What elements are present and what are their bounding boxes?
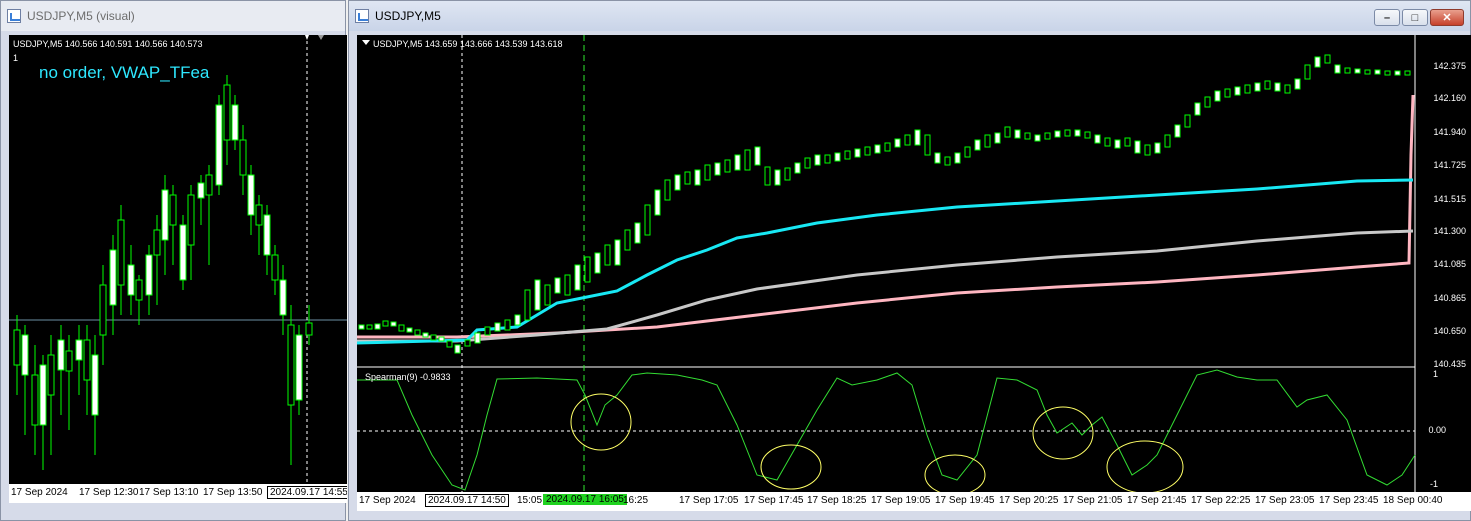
indicator-scale-bottom: -1 (1429, 479, 1438, 489)
left-window-title: USDJPY,M5 (visual) (27, 9, 135, 23)
minimize-icon: – (1383, 11, 1391, 24)
time-label: 17 Sep 20:25 (999, 495, 1059, 506)
time-label: 17 Sep 17:45 (744, 495, 804, 506)
time-label: 17 Sep 13:10 (139, 487, 199, 498)
left-chart-canvas[interactable]: USDJPY,M5 140.566 140.591 140.566 140.57… (9, 35, 347, 503)
time-cursor-label: 2024.09.17 14:55 (267, 486, 347, 499)
time-label: 16:25 (623, 495, 649, 506)
left-time-axis: 17 Sep 2024 17 Sep 12:30 17 Sep 13:10 17… (9, 484, 347, 503)
left-price-chart (9, 35, 347, 503)
time-label: 17 Sep 2024 (11, 487, 68, 498)
chart-app-icon (7, 9, 21, 23)
right-time-axis: 17 Sep 2024 2024.09.17 14:50 15:05 2024.… (357, 492, 1471, 511)
left-window-titlebar[interactable]: USDJPY,M5 (visual) (1, 1, 345, 31)
indicator-scale-top: 1 (1432, 369, 1438, 379)
time-cursor-label: 2024.09.17 14:50 (425, 494, 509, 507)
window-controls: – □ ✕ (1374, 9, 1464, 26)
left-chart-window[interactable]: USDJPY,M5 (visual) USDJPY,M5 140.566 140… (0, 0, 347, 521)
right-chart-window[interactable]: USDJPY,M5 – □ ✕ USDJPY,M5 143.659 143.66… (348, 0, 1471, 521)
time-label: 17 Sep 23:45 (1319, 495, 1379, 506)
right-chart-canvas[interactable]: USDJPY,M5 143.659 143.666 143.539 143.61… (357, 35, 1471, 511)
time-label: 17 Sep 2024 (359, 495, 416, 506)
time-label: 18 Sep 00:40 (1383, 495, 1443, 506)
time-label: 17 Sep 19:45 (935, 495, 995, 506)
close-button[interactable]: ✕ (1430, 9, 1464, 26)
indicator-scale-mid: 0.00 (1428, 425, 1446, 435)
time-label: 17 Sep 21:05 (1063, 495, 1123, 506)
time-label: 17 Sep 17:05 (679, 495, 739, 506)
right-window-titlebar[interactable]: USDJPY,M5 (349, 1, 1470, 31)
chart-app-icon (355, 9, 369, 23)
time-cursor-label-green: 2024.09.17 16:05 (543, 494, 627, 505)
minimize-button[interactable]: – (1374, 9, 1400, 26)
time-label: 17 Sep 19:05 (871, 495, 931, 506)
close-icon: ✕ (1442, 12, 1452, 24)
right-price-chart (357, 35, 1416, 496)
time-label: 17 Sep 18:25 (807, 495, 867, 506)
time-label: 17 Sep 13:50 (203, 487, 263, 498)
indicator-label: Spearman(9) -0.9833 (365, 372, 451, 382)
restore-button[interactable]: □ (1402, 9, 1428, 26)
time-label: 15:05 (517, 495, 543, 506)
time-label: 17 Sep 21:45 (1127, 495, 1187, 506)
time-label: 17 Sep 23:05 (1255, 495, 1315, 506)
restore-icon: □ (1411, 11, 1419, 24)
time-label: 17 Sep 12:30 (79, 487, 139, 498)
right-window-title: USDJPY,M5 (375, 9, 441, 23)
time-label: 17 Sep 22:25 (1191, 495, 1251, 506)
